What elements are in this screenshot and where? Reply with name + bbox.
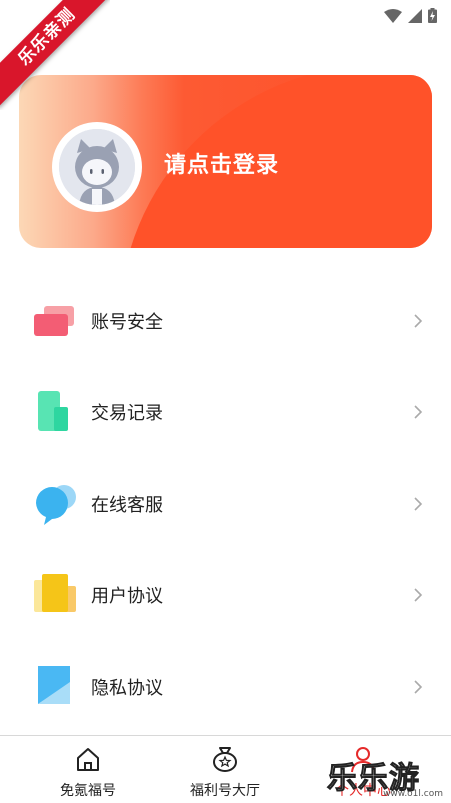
ribbon-label: 乐乐亲测 — [0, 0, 110, 108]
wifi-icon — [384, 8, 402, 23]
home-icon — [77, 748, 99, 771]
menu-item-online-service[interactable]: 在线客服 — [0, 458, 451, 550]
menu-item-label: 在线客服 — [91, 494, 163, 516]
menu-item-transaction-record[interactable]: 交易记录 — [0, 367, 451, 459]
chevron-right-icon — [414, 588, 423, 602]
avatar[interactable] — [52, 122, 142, 212]
menu-item-label: 账号安全 — [91, 311, 163, 333]
status-icons — [384, 8, 437, 23]
menu-item-label: 交易记录 — [91, 403, 163, 425]
tab-home[interactable]: 免氪福号 — [13, 736, 163, 803]
battery-icon — [428, 8, 437, 23]
menu-item-account-security[interactable]: 账号安全 — [0, 275, 451, 367]
tab-welfare-hall[interactable]: 福利号大厅 — [150, 736, 300, 803]
chevron-right-icon — [414, 314, 423, 328]
menu-item-privacy-agreement[interactable]: 隐私协议 — [0, 641, 451, 733]
tab-label: 福利号大厅 — [190, 783, 260, 799]
login-prompt[interactable]: 请点击登录 — [164, 147, 279, 179]
privacy-agreement-icon — [38, 665, 70, 704]
watermark-url: www.o1l.com — [383, 789, 443, 799]
account-security-icon — [34, 305, 74, 336]
online-service-icon — [36, 484, 76, 525]
signal-icon — [408, 8, 422, 23]
chevron-right-icon — [414, 497, 423, 511]
avatar-icon — [59, 129, 135, 205]
corner-ribbon: 乐乐亲测 — [0, 0, 110, 110]
watermark-logo: 乐乐游戏 www.o1l.com — [327, 753, 447, 800]
chevron-right-icon — [414, 680, 423, 694]
transaction-record-icon — [38, 391, 68, 432]
menu-item-user-agreement[interactable]: 用户协议 — [0, 550, 451, 642]
chevron-right-icon — [414, 405, 423, 419]
menu-item-label: 用户协议 — [91, 586, 163, 608]
menu-item-label: 隐私协议 — [91, 677, 163, 699]
gift-bag-icon — [213, 747, 237, 772]
tab-label: 免氪福号 — [60, 783, 116, 799]
user-agreement-icon — [34, 574, 76, 613]
settings-menu: 账号安全 交易记录 在线客服 用户协议 隐私协议 — [0, 275, 451, 733]
